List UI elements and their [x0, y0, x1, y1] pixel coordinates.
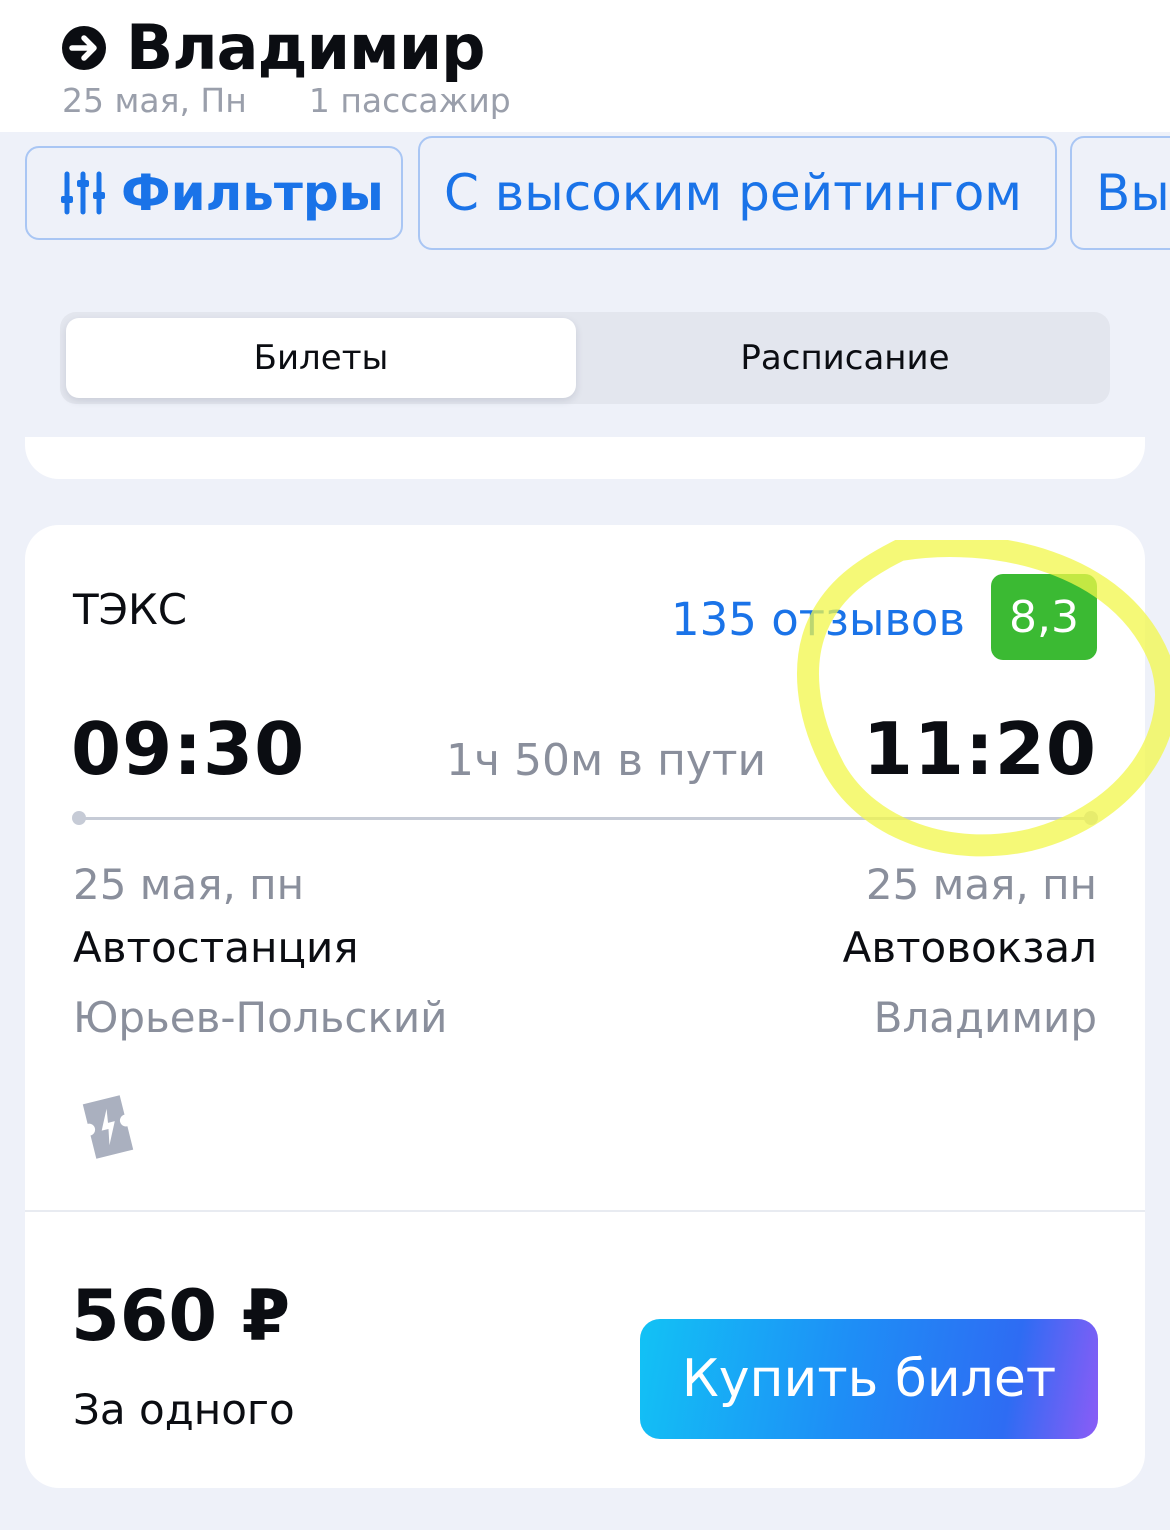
tab-tickets[interactable]: Билеты: [66, 318, 576, 398]
arrow-right-circle-icon: [62, 26, 106, 70]
arrival-station: Автовокзал: [842, 923, 1097, 972]
filters-label: Фильтры: [121, 164, 384, 222]
arrival-info: 25 мая, пн Автовокзал Владимир: [843, 857, 1097, 1053]
departure-time: 09:30: [71, 707, 306, 791]
filters-button[interactable]: Фильтры: [25, 146, 403, 240]
trip-duration: 1ч 50м в пути: [446, 735, 767, 786]
trip-summary: 25 мая, Пн 1 пассажир: [62, 80, 511, 122]
buy-ticket-button[interactable]: Купить билет: [640, 1319, 1098, 1439]
header-title-row: Владимир: [60, 10, 486, 86]
high-rating-chip[interactable]: С высоким рейтингом: [418, 136, 1057, 250]
next-filter-chip[interactable]: Вы: [1070, 136, 1170, 250]
header: Владимир 25 мая, Пн 1 пассажир: [0, 0, 1170, 132]
view-switcher: Билеты Расписание: [60, 312, 1110, 404]
route-start-dot: [72, 811, 86, 825]
reviews-link[interactable]: 135 отзывов: [671, 593, 965, 646]
electronic-ticket-icon: [82, 1095, 134, 1159]
filter-sliders-icon: [61, 171, 105, 215]
arrival-city: Владимир: [873, 993, 1097, 1042]
arrival-date: 25 мая, пн: [865, 860, 1097, 909]
trip-card[interactable]: ТЭКС 135 отзывов 8,3 09:30 1ч 50м в пути…: [25, 525, 1145, 1488]
filter-chips-bar: Фильтры С высоким рейтингом Вы: [0, 132, 1170, 258]
trip-date: 25 мая, Пн: [62, 81, 247, 120]
buy-ticket-label: Купить билет: [681, 1349, 1057, 1409]
tab-tickets-label: Билеты: [253, 338, 389, 378]
arrival-time: 11:20: [862, 707, 1097, 791]
rating-badge: 8,3: [991, 574, 1097, 660]
price-note: За одного: [73, 1385, 295, 1434]
card-divider: [25, 1210, 1145, 1212]
tab-schedule[interactable]: Расписание: [590, 318, 1100, 398]
departure-date: 25 мая, пн: [73, 860, 305, 909]
departure-city: Юрьев-Польский: [73, 993, 448, 1042]
ticket-price: 560 ₽: [71, 1275, 291, 1357]
previous-trip-card: [25, 437, 1145, 479]
next-filter-label: Вы: [1096, 164, 1170, 222]
departure-station: Автостанция: [73, 923, 359, 972]
carrier-name: ТЭКС: [73, 585, 188, 634]
passenger-count: 1 пассажир: [308, 81, 511, 120]
route-end-dot: [1084, 811, 1098, 825]
departure-info: 25 мая, пн Автостанция Юрьев-Польский: [73, 857, 447, 1053]
route-line: [79, 817, 1091, 820]
page-title: Владимир: [126, 11, 486, 84]
tab-schedule-label: Расписание: [740, 338, 950, 378]
high-rating-label: С высоким рейтингом: [444, 164, 1023, 222]
